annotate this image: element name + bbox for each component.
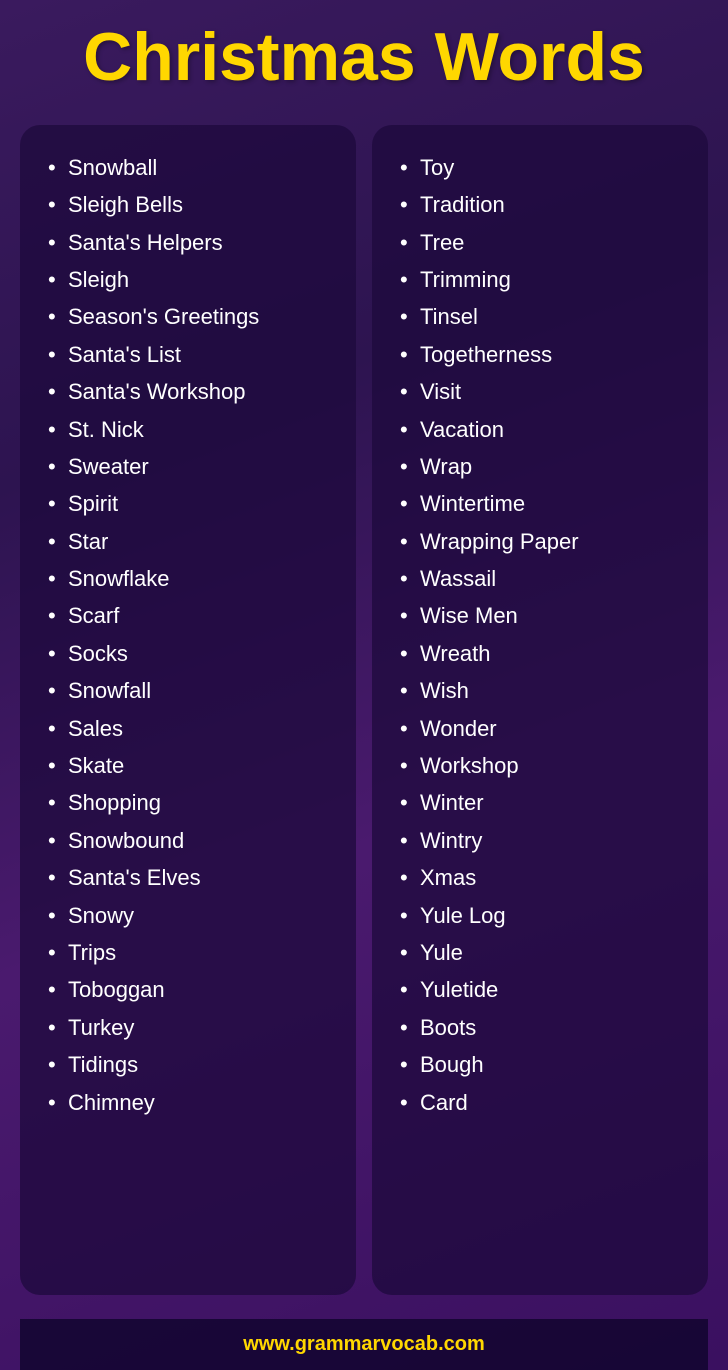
list-item: Turkey	[48, 1009, 336, 1046]
left-list: SnowballSleigh BellsSanta's HelpersSleig…	[48, 149, 336, 1121]
list-item: Sleigh Bells	[48, 186, 336, 223]
list-item: Vacation	[400, 411, 688, 448]
list-item: Santa's List	[48, 336, 336, 373]
list-item: Santa's Elves	[48, 859, 336, 896]
list-item: Chimney	[48, 1084, 336, 1121]
list-item: Star	[48, 523, 336, 560]
list-item: Snowbound	[48, 822, 336, 859]
list-item: Trips	[48, 934, 336, 971]
list-item: Sleigh	[48, 261, 336, 298]
list-item: Togetherness	[400, 336, 688, 373]
footer: www.grammarvocab.com	[20, 1319, 708, 1370]
list-item: Snowflake	[48, 560, 336, 597]
list-item: Santa's Workshop	[48, 373, 336, 410]
list-item: St. Nick	[48, 411, 336, 448]
list-item: Wonder	[400, 710, 688, 747]
list-item: Winter	[400, 784, 688, 821]
list-item: Sweater	[48, 448, 336, 485]
footer-url: www.grammarvocab.com	[243, 1333, 485, 1355]
list-item: Yule	[400, 934, 688, 971]
list-item: Tidings	[48, 1046, 336, 1083]
list-item: Visit	[400, 373, 688, 410]
list-item: Workshop	[400, 747, 688, 784]
list-item: Tradition	[400, 186, 688, 223]
list-item: Socks	[48, 635, 336, 672]
list-item: Toy	[400, 149, 688, 186]
left-column: SnowballSleigh BellsSanta's HelpersSleig…	[20, 125, 356, 1295]
list-item: Spirit	[48, 485, 336, 522]
list-item: Sales	[48, 710, 336, 747]
list-item: Xmas	[400, 859, 688, 896]
list-item: Card	[400, 1084, 688, 1121]
list-item: Santa's Helpers	[48, 224, 336, 261]
lists-container: SnowballSleigh BellsSanta's HelpersSleig…	[20, 125, 708, 1295]
list-item: Wise Men	[400, 597, 688, 634]
page-title: Christmas Words	[20, 20, 708, 95]
list-item: Wreath	[400, 635, 688, 672]
list-item: Wish	[400, 672, 688, 709]
list-item: Shopping	[48, 784, 336, 821]
list-item: Wintertime	[400, 485, 688, 522]
list-item: Scarf	[48, 597, 336, 634]
list-item: Tinsel	[400, 298, 688, 335]
right-list: ToyTraditionTreeTrimmingTinselTogetherne…	[400, 149, 688, 1121]
list-item: Wintry	[400, 822, 688, 859]
list-item: Snowball	[48, 149, 336, 186]
list-item: Skate	[48, 747, 336, 784]
list-item: Yuletide	[400, 971, 688, 1008]
list-item: Wrapping Paper	[400, 523, 688, 560]
list-item: Toboggan	[48, 971, 336, 1008]
list-item: Wrap	[400, 448, 688, 485]
right-column: ToyTraditionTreeTrimmingTinselTogetherne…	[372, 125, 708, 1295]
list-item: Bough	[400, 1046, 688, 1083]
list-item: Snowfall	[48, 672, 336, 709]
list-item: Trimming	[400, 261, 688, 298]
list-item: Snowy	[48, 897, 336, 934]
list-item: Tree	[400, 224, 688, 261]
list-item: Yule Log	[400, 897, 688, 934]
list-item: Season's Greetings	[48, 298, 336, 335]
list-item: Wassail	[400, 560, 688, 597]
list-item: Boots	[400, 1009, 688, 1046]
